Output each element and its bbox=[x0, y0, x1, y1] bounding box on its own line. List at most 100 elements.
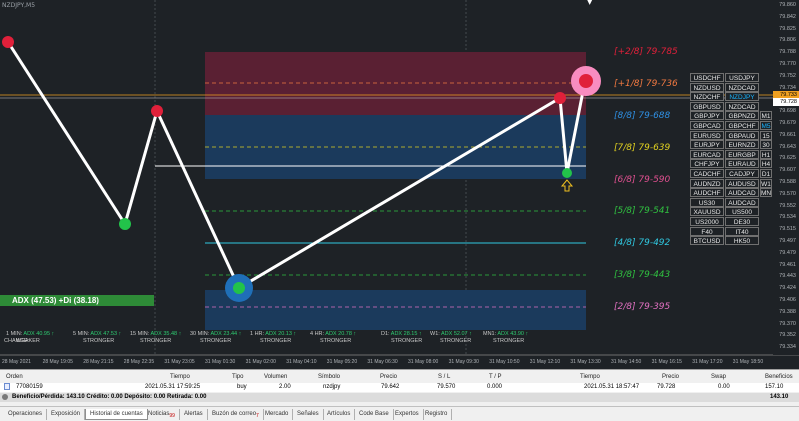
column-header[interactable]: Tiempo bbox=[170, 374, 190, 380]
time-axis[interactable]: 28 May 2021 28 May 19:05 28 May 21:15 28 Ma… bbox=[0, 356, 799, 369]
timeframe-button-h1[interactable]: H1 bbox=[760, 149, 772, 159]
tab-mercado[interactable]: Mercado bbox=[261, 409, 294, 420]
adx-timeframe-label: 5 MIN: bbox=[73, 331, 91, 337]
tab-exposici-n[interactable]: Exposición bbox=[47, 409, 86, 420]
symbol-button-audcad[interactable]: AUDCAD bbox=[725, 188, 759, 198]
symbol-button-nzdchf[interactable]: NZDCHF bbox=[690, 92, 724, 102]
adx-box: ADX (47.53) +Di (38.18) bbox=[0, 295, 154, 306]
symbol-button-nzdcad[interactable]: NZDCAD bbox=[725, 82, 759, 92]
tab-art-culos[interactable]: Artículos bbox=[323, 409, 356, 420]
murray-level-label: [5/8] 79-541 bbox=[614, 206, 671, 216]
symbol-button-audnzd[interactable]: AUDNZD bbox=[690, 178, 724, 188]
symbol-button-us2000[interactable]: US2000 bbox=[690, 217, 724, 226]
symbol-button-hk50[interactable]: HK50 bbox=[725, 236, 759, 246]
timeframe-button-w1[interactable]: W1 bbox=[760, 178, 772, 188]
shift-marker-icon[interactable]: ▼ bbox=[587, 0, 592, 6]
tab-registro[interactable]: Registro bbox=[421, 409, 453, 420]
column-header[interactable]: Precio bbox=[662, 374, 679, 380]
tab-noticias[interactable]: Noticias99 bbox=[144, 409, 180, 420]
pivot-red-2 bbox=[151, 105, 163, 117]
symbol-button-audusd[interactable]: AUDUSD bbox=[725, 178, 759, 188]
price-axis[interactable]: 79.860 79.842 79.825 79.806 79.788 79.770 79.7… bbox=[773, 0, 799, 355]
symbol-button-gbpaud[interactable]: GBPAUD bbox=[725, 130, 759, 140]
tab-buz-n-de-correo[interactable]: Buzón de correo7 bbox=[208, 409, 264, 420]
symbol-button-eurnzd[interactable]: EURNZD bbox=[725, 140, 759, 150]
column-header[interactable]: T / P bbox=[489, 374, 502, 380]
symbol-button-us500[interactable]: US500 bbox=[725, 207, 759, 217]
symbol-button-euraud[interactable]: EURAUD bbox=[725, 159, 759, 169]
symbol-button-usdchf[interactable]: USDCHF bbox=[690, 73, 724, 82]
column-header[interactable]: Tipo bbox=[232, 374, 243, 380]
symbol-button-audcad[interactable]: AUDCAD bbox=[725, 197, 759, 207]
time-tick: 31 May 01:30 bbox=[205, 359, 236, 365]
timeframe-button-m5[interactable]: M5 bbox=[760, 121, 772, 130]
symbol-button-eurjpy[interactable]: EURJPY bbox=[690, 140, 724, 150]
symbol-button-de30[interactable]: DE30 bbox=[725, 217, 759, 226]
pivot-green-1 bbox=[119, 218, 131, 230]
symbol-button-btcusd[interactable]: BTCUSD bbox=[690, 236, 724, 246]
symbol-button-f40[interactable]: F40 bbox=[690, 226, 724, 236]
symbol-button-gbpcad[interactable]: GBPCAD bbox=[690, 121, 724, 130]
symbol-button-eurcad[interactable]: EURCAD bbox=[690, 149, 724, 159]
table-cell: 77080159 bbox=[16, 384, 43, 390]
time-tick: 31 May 12:10 bbox=[529, 359, 561, 365]
tab-code-base[interactable]: Code Base bbox=[355, 409, 394, 420]
tab-expertos[interactable]: Expertos bbox=[391, 409, 424, 420]
symbol-button-gbpchf[interactable]: GBPCHF bbox=[725, 121, 759, 130]
tab-se-ales[interactable]: Señales bbox=[293, 409, 324, 420]
murray-level-label: [7/8] 79-639 bbox=[614, 143, 671, 153]
table-cell: 2.00 bbox=[279, 384, 291, 390]
adx-timeframe-item: 15 MIN: ADX 35.48 ↑ STRONGER bbox=[130, 331, 181, 345]
murray-level-label: [+2/8] 79-785 bbox=[614, 47, 678, 57]
symbol-button-it40[interactable]: IT40 bbox=[725, 226, 759, 236]
column-header[interactable]: Beneficios bbox=[765, 374, 793, 380]
symbol-button-audchf[interactable]: AUDCHF bbox=[690, 188, 724, 198]
tab-operaciones[interactable]: Operaciones bbox=[4, 409, 48, 420]
table-cell: 79.570 bbox=[437, 384, 456, 390]
symbol-button-xauusd[interactable]: XAUUSD bbox=[690, 207, 724, 217]
timeframe-button-h4[interactable]: H4 bbox=[760, 159, 772, 169]
timeframe-button-mn[interactable]: MN bbox=[760, 188, 772, 198]
column-header[interactable]: Swap bbox=[711, 374, 726, 380]
column-header[interactable]: Símbolo bbox=[318, 374, 340, 380]
tab-label: Expertos bbox=[395, 411, 419, 417]
price-tick: 79.388 bbox=[779, 308, 796, 315]
column-header[interactable]: Orden bbox=[6, 374, 23, 380]
tab-alertas[interactable]: Alertas bbox=[180, 409, 208, 420]
column-header[interactable]: Volumen bbox=[264, 374, 287, 380]
symbol-button-chfjpy[interactable]: CHFJPY bbox=[690, 159, 724, 169]
symbol-button-us30[interactable]: US30 bbox=[690, 197, 724, 207]
tab-label: Code Base bbox=[359, 411, 389, 417]
symbol-button-eurusd[interactable]: EURUSD bbox=[690, 130, 724, 140]
timeframe-button-d1[interactable]: D1 bbox=[760, 169, 772, 178]
tab-label: Artículos bbox=[327, 411, 351, 417]
change-label: CHANGE: bbox=[4, 338, 30, 344]
symbol-button-nzdusd[interactable]: NZDUSD bbox=[690, 82, 724, 92]
column-header[interactable]: Precio bbox=[380, 374, 397, 380]
price-chart[interactable]: NZDJPY,M5 ▼ [+2/8] 79-785 [+1/8] 79-736 [8… bbox=[0, 0, 799, 369]
symbol-button-gbpjpy[interactable]: GBPJPY bbox=[690, 111, 724, 121]
chart-canvas bbox=[0, 0, 799, 356]
symbol-button-cadchf[interactable]: CADCHF bbox=[690, 169, 724, 178]
symbol-button-gbpusd[interactable]: GBPUSD bbox=[690, 101, 724, 111]
tab-label: Alertas bbox=[184, 411, 203, 417]
column-header[interactable]: S / L bbox=[438, 374, 450, 380]
timeframe-button-m1[interactable]: M1 bbox=[760, 111, 772, 121]
column-header[interactable]: Tiempo bbox=[580, 374, 600, 380]
symbol-button-nzdcad[interactable]: NZDCAD bbox=[725, 101, 759, 111]
summary-total: 143.10 bbox=[770, 394, 789, 400]
time-tick: 31 May 05:20 bbox=[326, 359, 358, 365]
time-tick: 31 May 02:00 bbox=[245, 359, 276, 365]
table-row[interactable]: 77080159 2021.05.31 17:59:25 buy 2.00 nzdjpy… bbox=[0, 383, 799, 392]
tab-historial-de-cuentas[interactable]: Historial de cuentas bbox=[85, 409, 148, 420]
timeframe-button-30[interactable]: 30 bbox=[760, 140, 772, 150]
symbol-button-cadjpy[interactable]: CADJPY bbox=[725, 169, 759, 178]
symbol-button-eurgbp[interactable]: EURGBP bbox=[725, 149, 759, 159]
timeframe-button-15[interactable]: 15 bbox=[760, 130, 772, 140]
table-cell: 0.00 bbox=[718, 384, 730, 390]
price-tick: 79.788 bbox=[779, 49, 796, 56]
symbol-button-usdjpy[interactable]: USDJPY bbox=[725, 73, 759, 82]
symbol-button-gbpnzd[interactable]: GBPNZD bbox=[725, 111, 759, 121]
symbol-button-nzdjpy[interactable]: NZDJPY bbox=[725, 92, 759, 102]
adx-state: STRONGER bbox=[140, 338, 172, 344]
